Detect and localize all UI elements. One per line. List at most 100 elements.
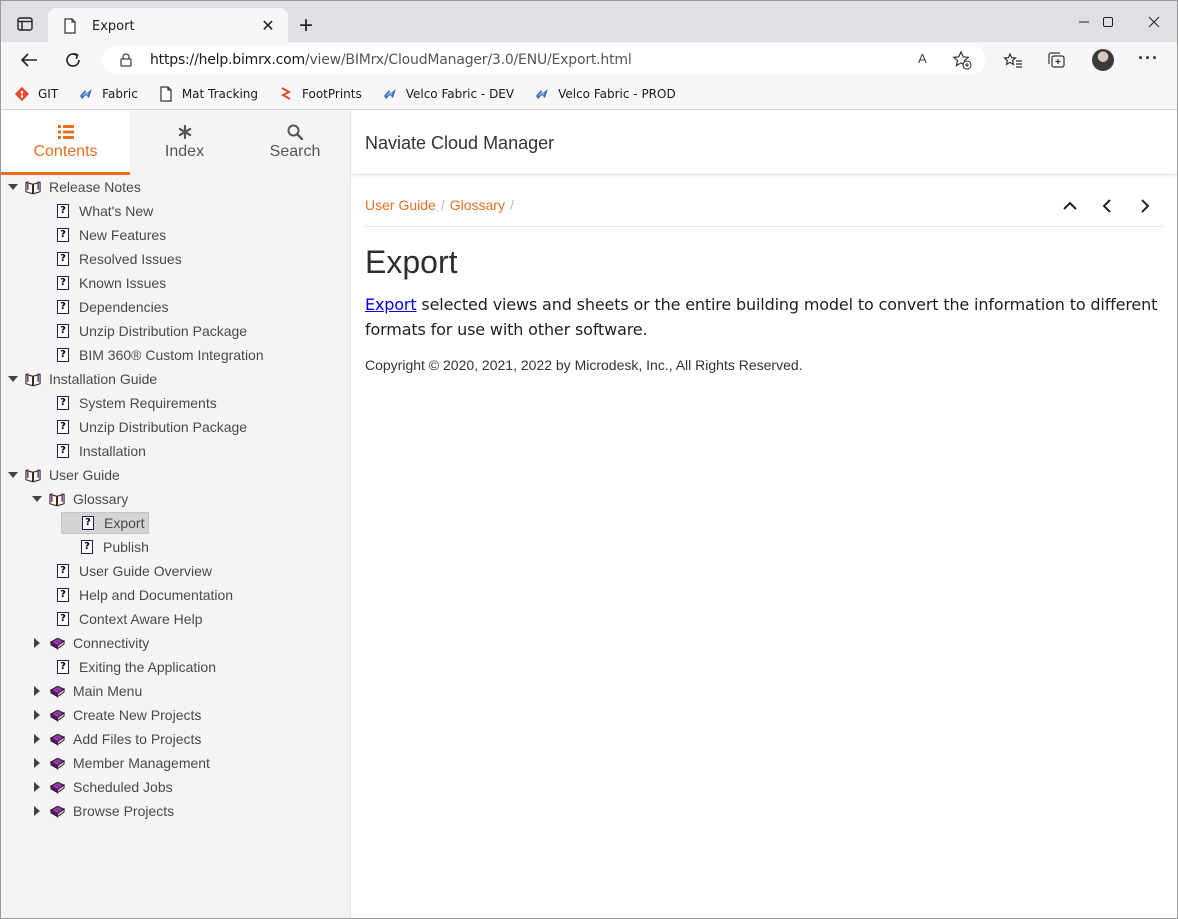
toc-item-export[interactable]: ? Export (61, 512, 150, 534)
toc-item-glossary[interactable]: Glossary (31, 488, 130, 510)
tab-search[interactable]: Search (239, 111, 351, 175)
breadcrumb-separator: / (509, 197, 514, 213)
toc-item-connectivity[interactable]: Connectivity (31, 632, 151, 654)
toc-item-member-management[interactable]: Member Management (31, 752, 212, 774)
toc-item-label: Export (104, 515, 145, 531)
caret-right-icon[interactable] (31, 637, 43, 649)
toc-item-user-guide-overview[interactable]: ? User Guide Overview (37, 560, 214, 582)
tab-actions-icon (17, 17, 33, 31)
url-text[interactable]: https://help.bimrx.com/view/BIMrx/CloudM… (150, 52, 632, 68)
refresh-button[interactable] (60, 48, 86, 72)
help-topic-icon: ? (55, 659, 71, 675)
toc-item-help-and-documentation[interactable]: ? Help and Documentation (37, 584, 235, 606)
add-favorite-icon[interactable] (952, 50, 972, 70)
collections-icon (1048, 52, 1065, 68)
toc-item-unzip-distribution-package[interactable]: ? Unzip Distribution Package (37, 416, 249, 438)
caret-right-icon[interactable] (31, 685, 43, 697)
toc-item-label: Release Notes (49, 179, 141, 195)
bookmark-git[interactable]: GIT (14, 86, 58, 102)
read-aloud-icon[interactable]: A (918, 51, 927, 66)
site-title: Naviate Cloud Manager (365, 133, 555, 153)
tab-index[interactable]: Index (130, 111, 239, 175)
toc-item-release-notes[interactable]: Release Notes (7, 176, 143, 198)
search-icon (287, 124, 303, 140)
more-options-icon[interactable]: ··· (1138, 48, 1159, 69)
plus-icon: + (298, 12, 313, 39)
description-text: selected views and sheets or the entire … (365, 295, 1158, 339)
browser-titlebar: Export ✕ + (0, 0, 1178, 44)
tab-actions-button[interactable] (8, 10, 42, 38)
close-window-button[interactable] (1134, 9, 1174, 35)
toc-item-what-s-new[interactable]: ? What's New (37, 200, 155, 222)
toc-item-scheduled-jobs[interactable]: Scheduled Jobs (31, 776, 175, 798)
back-button[interactable] (16, 48, 42, 72)
caret-right-icon[interactable] (31, 733, 43, 745)
profile-avatar[interactable] (1092, 49, 1114, 71)
browser-tab-export[interactable]: Export ✕ (48, 8, 288, 44)
open-book-icon (25, 179, 41, 195)
parent-topic-button[interactable] (1059, 195, 1081, 217)
help-topic-icon: ? (55, 227, 71, 243)
toc-item-unzip-distribution-package[interactable]: ? Unzip Distribution Package (37, 320, 249, 342)
caret-right-icon[interactable] (31, 757, 43, 769)
asterisk-icon (178, 125, 191, 139)
new-tab-button[interactable]: + (294, 14, 318, 38)
bookmark-label: Velco Fabric - PROD (558, 86, 676, 101)
toc-item-resolved-issues[interactable]: ? Resolved Issues (37, 248, 184, 270)
chevron-left-icon (1102, 199, 1111, 213)
bookmark-label: GIT (38, 86, 59, 101)
breadcrumb-link-glossary[interactable]: Glossary (450, 197, 505, 213)
toc-item-label: Unzip Distribution Package (79, 419, 248, 435)
toc-item-exiting-the-application[interactable]: ? Exiting the Application (37, 656, 218, 678)
toc-item-label: User Guide Overview (79, 563, 213, 579)
previous-topic-button[interactable] (1096, 195, 1118, 217)
bookmark-footprints[interactable]: FootPrints (278, 86, 362, 102)
tab-close-icon[interactable]: ✕ (258, 16, 278, 36)
toc-item-new-features[interactable]: ? New Features (37, 224, 168, 246)
caret-right-icon[interactable] (31, 709, 43, 721)
toc-item-system-requirements[interactable]: ? System Requirements (37, 392, 219, 414)
toc-item-add-files-to-projects[interactable]: Add Files to Projects (31, 728, 203, 750)
toc-item-user-guide[interactable]: User Guide (7, 464, 122, 486)
toc-item-browse-projects[interactable]: Browse Projects (31, 800, 176, 822)
toc-item-label: Context Aware Help (79, 611, 203, 627)
bookmark-mat-tracking[interactable]: Mat Tracking (158, 85, 258, 102)
collections-button[interactable] (1046, 50, 1068, 72)
closed-book-icon (49, 707, 65, 723)
toc-item-main-menu[interactable]: Main Menu (31, 680, 144, 702)
bookmark-velco-fabric-prod[interactable]: Velco Fabric - PROD (534, 86, 676, 102)
address-bar[interactable]: https://help.bimrx.com/view/BIMrx/CloudM… (102, 45, 985, 75)
topic-description: Export selected views and sheets or the … (365, 292, 1165, 342)
caret-right-icon[interactable] (31, 805, 43, 817)
breadcrumb-link-user-guide[interactable]: User Guide (365, 197, 436, 213)
toc-item-label: Member Management (73, 755, 210, 771)
maximize-button[interactable] (1088, 9, 1128, 35)
caret-down-icon[interactable] (7, 373, 19, 385)
caret-down-icon[interactable] (7, 181, 19, 193)
toc-item-create-new-projects[interactable]: Create New Projects (31, 704, 203, 726)
caret-down-icon[interactable] (7, 469, 19, 481)
fabric-icon (382, 86, 398, 102)
caret-right-icon[interactable] (31, 781, 43, 793)
toc-item-publish[interactable]: ? Publish (61, 536, 151, 558)
open-book-icon (25, 467, 41, 483)
tab-label: Contents (33, 143, 98, 160)
open-book-icon (49, 491, 65, 507)
toc-item-bim-360-custom-integration[interactable]: ? BIM 360® Custom Integration (37, 344, 266, 366)
caret-down-icon[interactable] (31, 493, 43, 505)
export-link[interactable]: Export (365, 295, 417, 314)
toc-item-installation[interactable]: ? Installation (37, 440, 148, 462)
bookmark-velco-fabric-dev[interactable]: Velco Fabric - DEV (382, 86, 514, 102)
toc-item-label: Resolved Issues (79, 251, 182, 267)
toc-item-context-aware-help[interactable]: ? Context Aware Help (37, 608, 204, 630)
toc-item-known-issues[interactable]: ? Known Issues (37, 272, 168, 294)
toc-item-dependencies[interactable]: ? Dependencies (37, 296, 171, 318)
bookmark-fabric[interactable]: Fabric (78, 86, 138, 102)
open-book-icon (25, 371, 41, 387)
toc-item-installation-guide[interactable]: Installation Guide (7, 368, 159, 390)
lock-icon[interactable] (120, 53, 132, 67)
favorites-button[interactable] (1002, 50, 1024, 72)
tab-contents[interactable]: Contents (1, 111, 130, 175)
next-topic-button[interactable] (1134, 195, 1156, 217)
toc-item-label: Scheduled Jobs (73, 779, 173, 795)
